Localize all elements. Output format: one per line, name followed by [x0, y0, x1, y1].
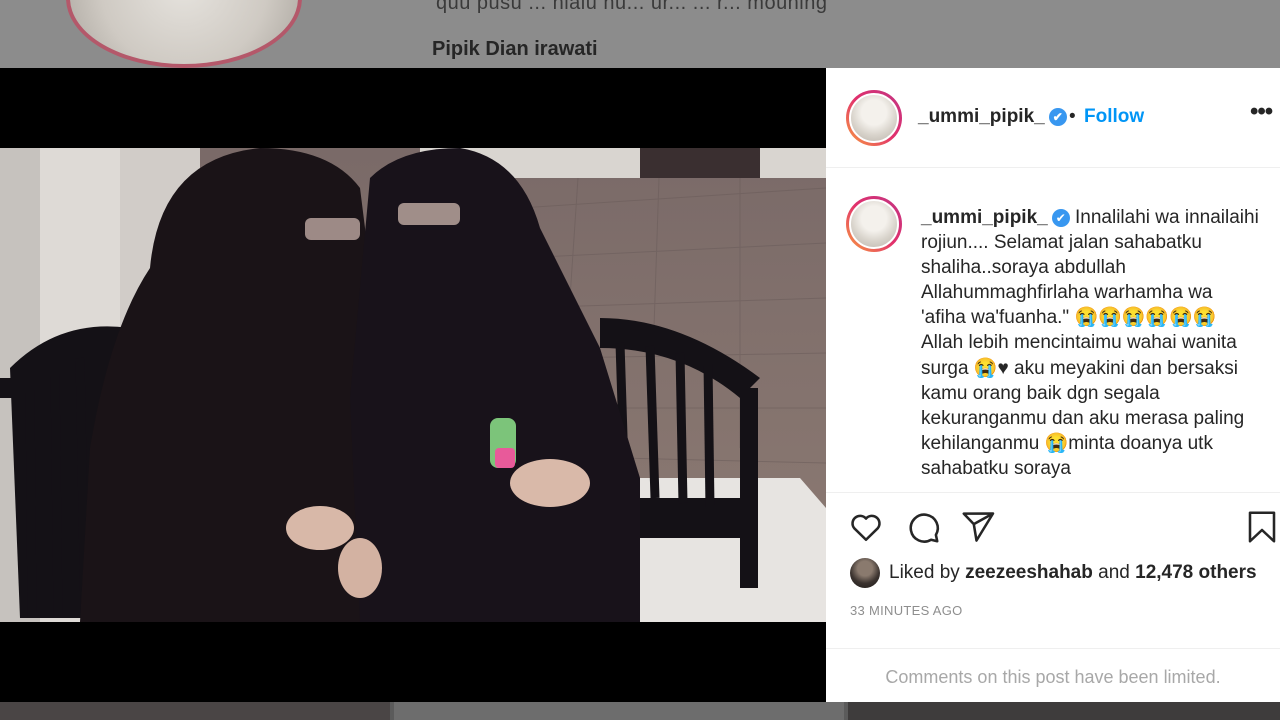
- comment-icon[interactable]: [905, 509, 941, 545]
- avatar[interactable]: [846, 196, 902, 252]
- verified-badge-icon: ✔: [1048, 107, 1067, 126]
- background-profile-avatar: [66, 0, 302, 68]
- verified-badge-icon: ✔: [1051, 208, 1070, 227]
- post-media[interactable]: [0, 68, 826, 702]
- caption-section: _ummi_pipik_ ✔ Innalilahi wa innailaihi r…: [826, 169, 1280, 493]
- bookmark-icon[interactable]: [1244, 509, 1280, 545]
- separator-dot: •: [1069, 106, 1076, 127]
- post-photo: [0, 148, 826, 622]
- liked-middle: and: [1098, 562, 1130, 583]
- post-actions: Liked by zeezeeshahab and 12,478 others …: [826, 492, 1280, 702]
- follow-button[interactable]: Follow: [1084, 106, 1144, 128]
- caption: _ummi_pipik_ ✔ Innalilahi wa innailaihi r…: [921, 205, 1261, 481]
- background-profile-name: Pipik Dian irawati: [432, 38, 598, 60]
- heart-icon[interactable]: [848, 509, 884, 545]
- background-thumbnail: [394, 702, 844, 720]
- post-modal: _ummi_pipik_ ✔ • Follow ••• _ummi_pipik_ ✔…: [0, 68, 1280, 702]
- liked-user-link[interactable]: zeezeeshahab: [965, 562, 1093, 584]
- background-caption-fragment: quu pusu ... niaiu nu... ur... ... r... …: [436, 0, 828, 14]
- more-options-icon[interactable]: •••: [1250, 98, 1273, 126]
- username-link[interactable]: _ummi_pipik_ ✔: [918, 106, 1067, 128]
- share-icon[interactable]: [960, 509, 996, 545]
- post-timestamp[interactable]: 33 MINUTES AGO: [850, 603, 963, 618]
- post-side-panel: _ummi_pipik_ ✔ • Follow ••• _ummi_pipik_ ✔…: [826, 68, 1280, 702]
- comments-limited-notice: Comments on this post have been limited.: [826, 648, 1280, 704]
- post-header: _ummi_pipik_ ✔ • Follow •••: [826, 68, 1280, 168]
- liked-count-link[interactable]: 12,478 others: [1135, 562, 1256, 584]
- liker-avatar[interactable]: [850, 558, 880, 588]
- liked-prefix: Liked by: [889, 562, 960, 583]
- username-text[interactable]: _ummi_pipik_: [918, 106, 1045, 127]
- caption-username[interactable]: _ummi_pipik_: [921, 207, 1048, 228]
- likes-summary: Liked by zeezeeshahab and 12,478 others: [850, 558, 1257, 588]
- avatar[interactable]: [846, 90, 902, 146]
- post-photo-illustration: [0, 148, 826, 622]
- background-thumbnail: [0, 702, 390, 720]
- background-profile-header: quu pusu ... niaiu nu... ur... ... r... …: [0, 0, 1280, 68]
- caption-text: Innalilahi wa innailaihi rojiun.... Sela…: [921, 207, 1259, 479]
